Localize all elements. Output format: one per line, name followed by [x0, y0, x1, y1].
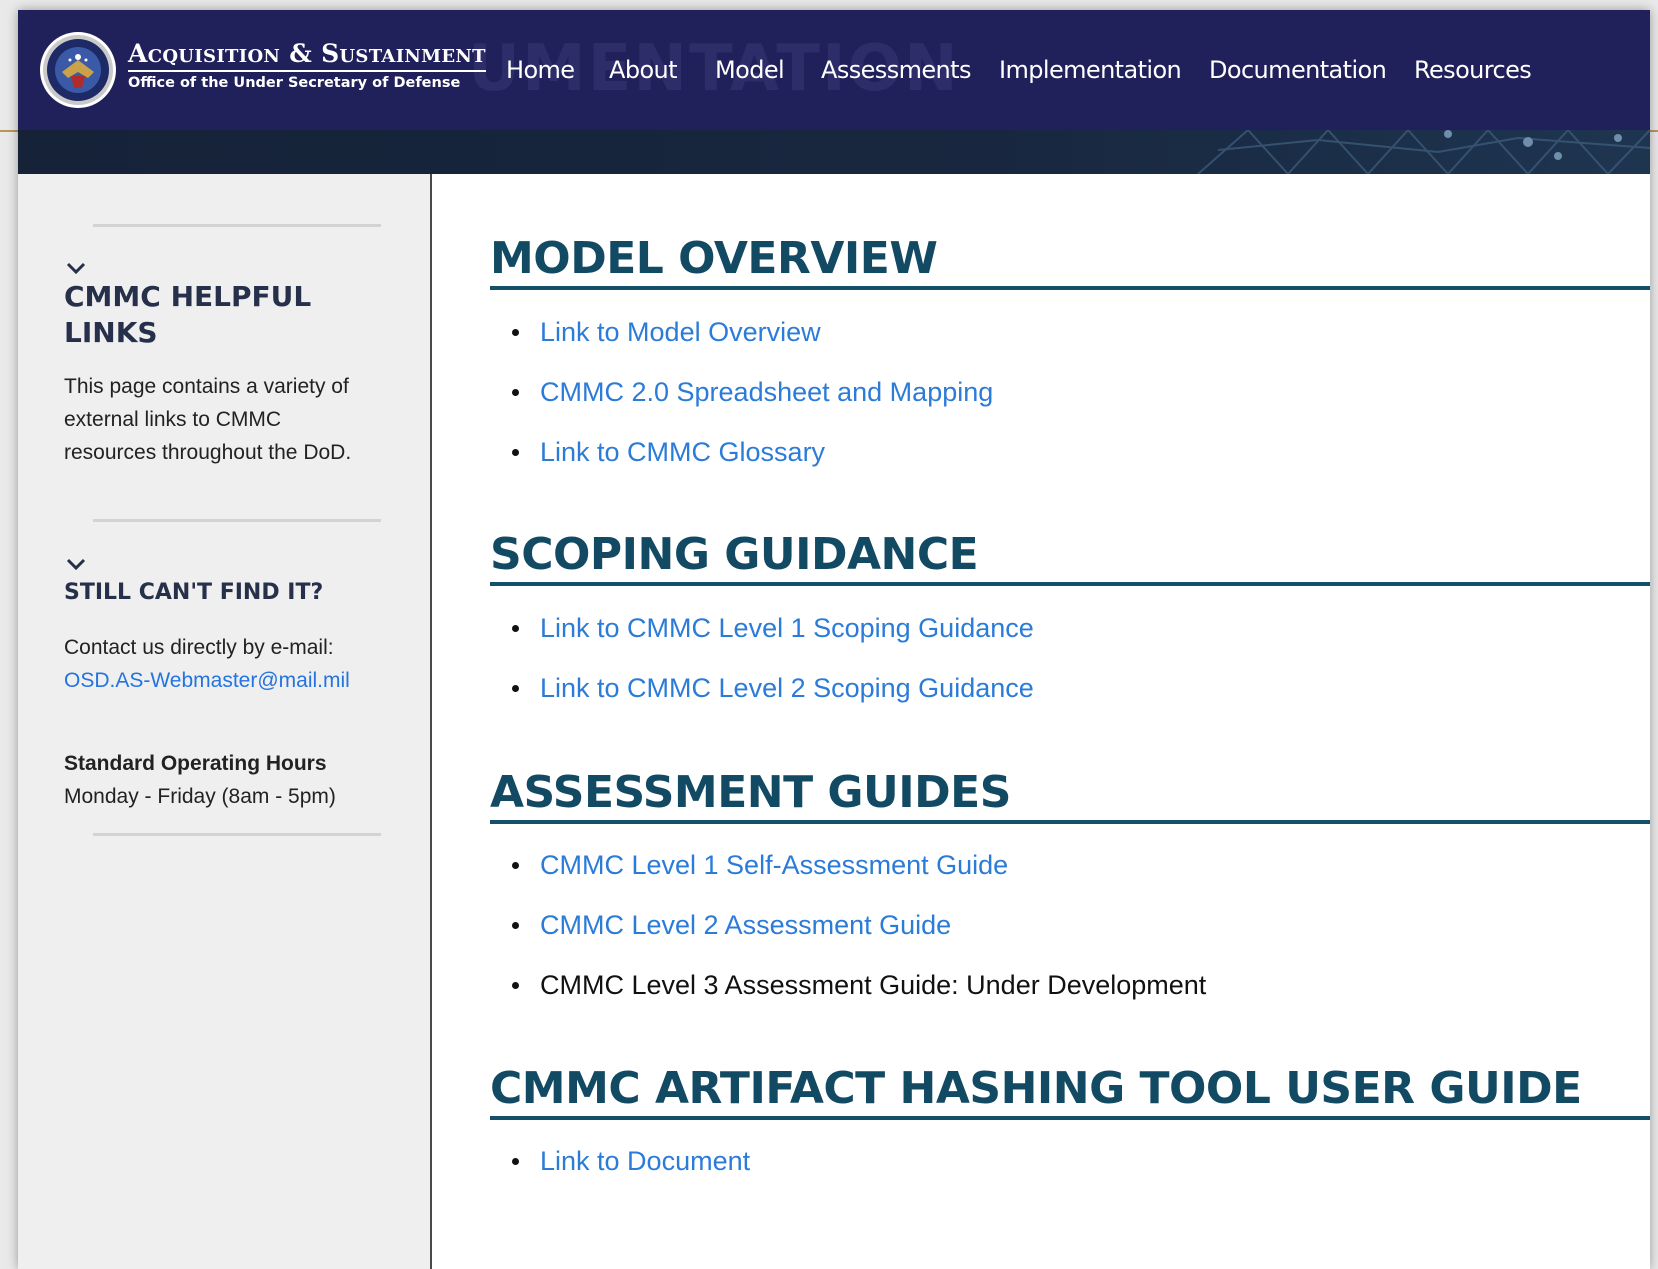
scoping-guidance-list: Link to CMMC Level 1 Scoping Guidance Li… [490, 612, 1034, 732]
bullet-dot [512, 982, 519, 989]
hours-text: Monday - Friday (8am - 5pm) [64, 785, 336, 808]
nav-resources[interactable]: Resources [1414, 56, 1532, 84]
top-navbar: UMENTATION Acquisition & Sustainment Off… [18, 10, 1650, 130]
bullet-dot [512, 862, 519, 869]
level2-scoping-link[interactable]: Link to CMMC Level 2 Scoping Guidance [540, 673, 1034, 703]
model-overview-list: Link to Model Overview CMMC 2.0 Spreadsh… [490, 316, 993, 496]
bullet-dot [512, 389, 519, 396]
list-item: CMMC Level 2 Assessment Guide [490, 909, 1206, 969]
section-heading-assessment-guides: ASSESSMENT GUIDES [490, 768, 1650, 824]
still-cant-find-heading: STILL CAN'T FIND IT? [64, 580, 324, 605]
bullet-dot [512, 922, 519, 929]
org-subtitle: Office of the Under Secretary of Defense [128, 75, 461, 91]
brand-block[interactable]: Acquisition & Sustainment Office of the … [128, 40, 486, 91]
helpful-links-heading: CMMC HELPFUL LINKS [64, 279, 311, 351]
level1-scoping-link[interactable]: Link to CMMC Level 1 Scoping Guidance [540, 613, 1034, 643]
sidebar-divider [93, 519, 381, 522]
level2-assessment-link[interactable]: CMMC Level 2 Assessment Guide [540, 910, 951, 940]
section-heading-model-overview: MODEL OVERVIEW [490, 234, 1650, 290]
contact-text: Contact us directly by e-mail: [64, 636, 334, 659]
helpful-links-description: This page contains a variety of external… [64, 375, 352, 464]
hero-banner-strip [18, 130, 1650, 174]
network-pattern-graphic [1197, 130, 1650, 174]
section-heading-scoping-guidance: SCOPING GUIDANCE [490, 530, 1650, 586]
list-item: CMMC 2.0 Spreadsheet and Mapping [490, 376, 993, 436]
sidebar-divider [93, 224, 381, 227]
list-item: Link to CMMC Level 2 Scoping Guidance [490, 672, 1034, 732]
glossary-link[interactable]: Link to CMMC Glossary [540, 437, 825, 467]
bullet-dot [512, 685, 519, 692]
nav-documentation[interactable]: Documentation [1209, 56, 1387, 84]
hashing-tool-document-link[interactable]: Link to Document [540, 1146, 750, 1176]
level1-self-assessment-link[interactable]: CMMC Level 1 Self-Assessment Guide [540, 850, 1008, 880]
list-item: CMMC Level 1 Self-Assessment Guide [490, 849, 1206, 909]
section-heading-hashing-tool: CMMC ARTIFACT HASHING TOOL USER GUIDE [490, 1064, 1650, 1120]
hashing-tool-list: Link to Document [490, 1145, 750, 1205]
bullet-dot [512, 449, 519, 456]
list-item: Link to Model Overview [490, 316, 993, 376]
gold-accent-line [0, 130, 18, 132]
org-title: Acquisition & Sustainment [128, 40, 486, 72]
helpful-links-heading-line2: LINKS [64, 316, 158, 349]
level3-assessment-text: CMMC Level 3 Assessment Guide: Under Dev… [540, 970, 1207, 1000]
nav-assessments[interactable]: Assessments [821, 56, 971, 84]
chevron-down-icon[interactable] [64, 259, 88, 277]
list-item: Link to CMMC Glossary [490, 436, 993, 496]
list-item: Link to Document [490, 1145, 750, 1205]
chevron-down-icon[interactable] [64, 555, 88, 573]
nav-about[interactable]: About [609, 56, 678, 84]
nav-home[interactable]: Home [506, 56, 575, 84]
sidebar: CMMC HELPFUL LINKS This page contains a … [18, 174, 432, 1269]
nav-implementation[interactable]: Implementation [999, 56, 1182, 84]
list-item: Link to CMMC Level 1 Scoping Guidance [490, 612, 1034, 672]
helpful-links-heading-line1: CMMC HELPFUL [64, 280, 312, 313]
bullet-dot [512, 329, 519, 336]
list-item: CMMC Level 3 Assessment Guide: Under Dev… [490, 969, 1206, 1029]
hours-label: Standard Operating Hours [64, 752, 327, 775]
bullet-dot [512, 625, 519, 632]
webmaster-email-link[interactable]: OSD.AS-Webmaster@mail.mil [64, 669, 350, 692]
sidebar-divider [93, 833, 381, 836]
model-overview-link[interactable]: Link to Model Overview [540, 317, 821, 347]
main-content: MODEL OVERVIEW Link to Model Overview CM… [432, 174, 1650, 1269]
hours-paragraph: Standard Operating Hours Monday - Friday… [64, 747, 354, 813]
assessment-guides-list: CMMC Level 1 Self-Assessment Guide CMMC … [490, 849, 1206, 1029]
contact-paragraph: Contact us directly by e-mail: OSD.AS-We… [64, 631, 364, 697]
spreadsheet-mapping-link[interactable]: CMMC 2.0 Spreadsheet and Mapping [540, 377, 993, 407]
browser-page: UMENTATION Acquisition & Sustainment Off… [18, 10, 1650, 1269]
bullet-dot [512, 1158, 519, 1165]
gold-accent-line [1650, 130, 1658, 132]
dod-seal-icon[interactable] [38, 30, 118, 110]
nav-model[interactable]: Model [715, 56, 785, 84]
